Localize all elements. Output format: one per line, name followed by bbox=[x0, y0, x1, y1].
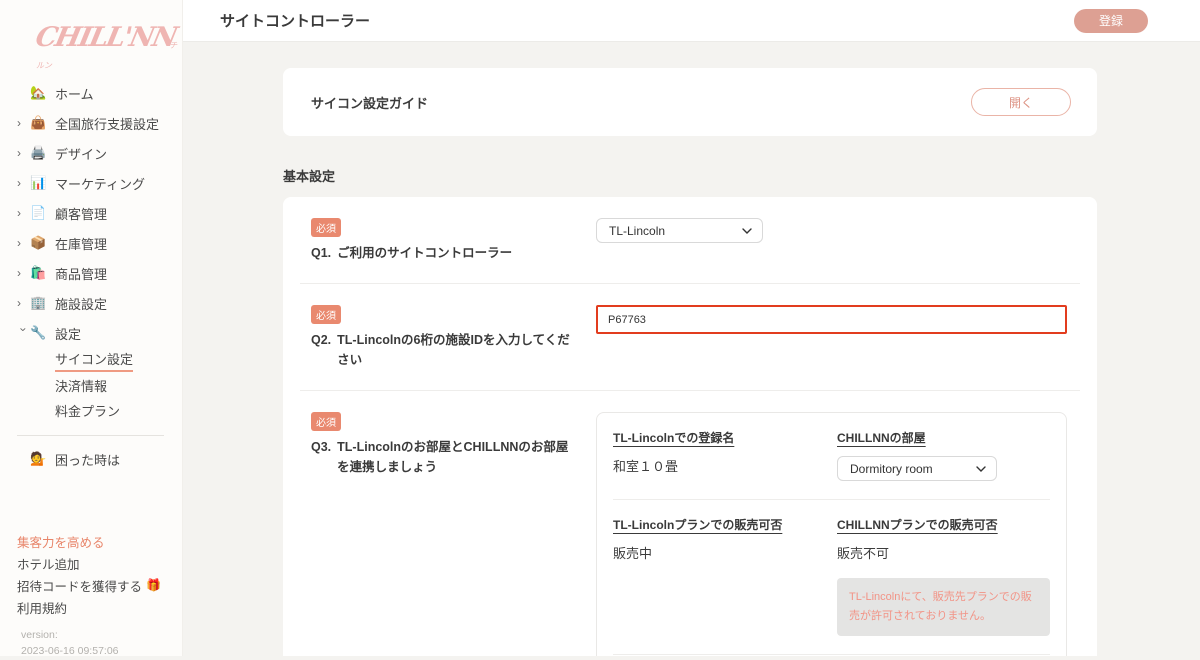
sidebar-nav: 🏡 ホーム › 👜 全国旅行支援設定 › 🖨️ デザイン › 📊 マーケティング… bbox=[0, 78, 182, 423]
chevron-down-icon bbox=[976, 466, 986, 472]
chevron-right-icon: › bbox=[17, 236, 30, 250]
q1-select-value: TL-Lincoln bbox=[609, 224, 665, 238]
room-plan-row: TL-Lincolnプランでの販売可否 販売中 CHILLNNプランでの販売可否… bbox=[613, 499, 1050, 653]
basic-settings-card: 必須 Q1. ご利用のサイトコントローラー TL-Lincoln bbox=[283, 197, 1097, 656]
link-terms[interactable]: 利用規約 bbox=[17, 596, 182, 618]
sidebar-subitem-price-plan[interactable]: 料金プラン bbox=[17, 398, 182, 423]
guide-card: サイコン設定ガイド 開く bbox=[283, 68, 1097, 136]
home-icon: 🏡 bbox=[30, 85, 55, 101]
q1-number: Q1. bbox=[311, 244, 331, 263]
bar-chart-icon: 📊 bbox=[30, 175, 55, 191]
chevron-right-icon: › bbox=[17, 176, 30, 190]
chillnn-room-label: CHILLNNの部屋 bbox=[837, 429, 1050, 446]
q3-label-block: 必須 Q3. TL-Lincolnのお部屋とCHILLNNのお部屋を連携しましょ… bbox=[311, 412, 596, 656]
chillnn-room-select[interactable]: Dormitory room bbox=[837, 456, 997, 481]
version-value: 2023-06-16 09:57:06 bbox=[21, 644, 182, 660]
wrench-icon: 🔧 bbox=[30, 325, 55, 341]
question-q2: 必須 Q2. TL-Lincolnの6桁の施設IDを入力してください bbox=[283, 284, 1097, 390]
sidebar-item-design[interactable]: › 🖨️ デザイン bbox=[17, 138, 182, 168]
q3-number: Q3. bbox=[311, 438, 331, 477]
facility-id-input[interactable] bbox=[596, 305, 1067, 334]
shopping-bag-icon: 🛍️ bbox=[30, 265, 55, 281]
version-info: version: 2023-06-16 09:57:06 bbox=[21, 628, 182, 660]
sidebar-item-facility[interactable]: › 🏢 施設設定 bbox=[17, 288, 182, 318]
page-title: サイトコントローラー bbox=[220, 10, 370, 31]
chillnn-logo[interactable]: CHILL'NNチルン bbox=[0, 0, 182, 70]
tl-registered-name-value: 和室１０畳 bbox=[613, 456, 821, 475]
q3-control-block: TL-Lincolnでの登録名 和室１０畳 CHILLNNの部屋 Dormito… bbox=[596, 412, 1067, 656]
tl-registered-name-label: TL-Lincolnでの登録名 bbox=[613, 429, 821, 446]
open-guide-button[interactable]: 開く bbox=[971, 88, 1071, 116]
room-mapping-card: TL-Lincolnでの登録名 和室１０畳 CHILLNNの部屋 Dormito… bbox=[596, 412, 1067, 656]
q2-label-block: 必須 Q2. TL-Lincolnの6桁の施設IDを入力してください bbox=[311, 305, 596, 370]
chevron-down-icon bbox=[742, 228, 752, 234]
sidebar-item-home[interactable]: 🏡 ホーム bbox=[17, 78, 182, 108]
sidebar-item-customers[interactable]: › 📄 顧客管理 bbox=[17, 198, 182, 228]
sidebar-subitem-payment-info[interactable]: 決済情報 bbox=[17, 373, 182, 398]
tl-plan-availability-label: TL-Lincolnプランでの販売可否 bbox=[613, 516, 821, 533]
sidebar: CHILL'NNチルン 🏡 ホーム › 👜 全国旅行支援設定 › 🖨️ デザイン… bbox=[0, 0, 183, 656]
building-icon: 🏢 bbox=[30, 295, 55, 311]
content-area: サイコン設定ガイド 開く 基本設定 必須 Q1. ご利用のサイトコントローラー … bbox=[183, 42, 1200, 656]
required-badge: 必須 bbox=[311, 305, 341, 324]
question-q1: 必須 Q1. ご利用のサイトコントローラー TL-Lincoln bbox=[283, 197, 1097, 283]
sidebar-item-help[interactable]: 💁 困った時は bbox=[17, 444, 182, 474]
link-boost-attraction[interactable]: 集客力を高める bbox=[17, 530, 182, 552]
q3-label: TL-Lincolnのお部屋とCHILLNNのお部屋を連携しましょう bbox=[337, 438, 576, 477]
sidebar-divider bbox=[17, 435, 164, 436]
package-icon: 📦 bbox=[30, 235, 55, 251]
link-add-hotel[interactable]: ホテル追加 bbox=[17, 552, 182, 574]
bag-icon: 👜 bbox=[30, 115, 55, 131]
chevron-right-icon: › bbox=[17, 266, 30, 280]
q2-label: TL-Lincolnの6桁の施設IDを入力してください bbox=[337, 331, 576, 370]
chillnn-logo-text: CHILL'NN bbox=[33, 22, 179, 53]
q1-label-block: 必須 Q1. ご利用のサイトコントローラー bbox=[311, 218, 596, 263]
page-header: サイトコントローラー 登録 bbox=[183, 0, 1200, 42]
sidebar-item-marketing[interactable]: › 📊 マーケティング bbox=[17, 168, 182, 198]
sidebar-subitem-sitecon-settings[interactable]: サイコン設定 bbox=[17, 348, 182, 373]
q1-sitecontroller-select[interactable]: TL-Lincoln bbox=[596, 218, 763, 243]
chillnn-plan-availability-label: CHILLNNプランでの販売可否 bbox=[837, 516, 1050, 533]
chillnn-plan-availability-value: 販売不可 bbox=[837, 543, 1050, 562]
required-badge: 必須 bbox=[311, 412, 341, 431]
help-person-icon: 💁 bbox=[30, 451, 55, 467]
tl-plan-availability-value: 販売中 bbox=[613, 543, 821, 562]
sidebar-item-settings[interactable]: › 🔧 設定 bbox=[17, 318, 182, 348]
chevron-right-icon: › bbox=[17, 116, 30, 130]
printer-icon: 🖨️ bbox=[30, 145, 55, 161]
register-button[interactable]: 登録 bbox=[1074, 9, 1148, 33]
plan-warning-message: TL-Lincolnにて、販売先プランでの販売が許可されておりません。 bbox=[837, 578, 1050, 635]
chevron-right-icon: › bbox=[17, 206, 30, 220]
q2-number: Q2. bbox=[311, 331, 331, 370]
chevron-right-icon: › bbox=[17, 146, 30, 160]
main-area: サイトコントローラー 登録 サイコン設定ガイド 開く 基本設定 必須 Q1. ご… bbox=[183, 0, 1200, 656]
guide-card-title: サイコン設定ガイド bbox=[311, 93, 428, 112]
sidebar-item-travel-support[interactable]: › 👜 全国旅行支援設定 bbox=[17, 108, 182, 138]
question-q3: 必須 Q3. TL-Lincolnのお部屋とCHILLNNのお部屋を連携しましょ… bbox=[283, 391, 1097, 656]
section-heading-basic-settings: 基本設定 bbox=[283, 166, 1097, 185]
chevron-right-icon: › bbox=[17, 296, 30, 310]
q2-control-block bbox=[596, 305, 1067, 370]
sidebar-item-inventory[interactable]: › 📦 在庫管理 bbox=[17, 228, 182, 258]
sidebar-bottom-links: 集客力を高める ホテル追加 招待コードを獲得する 🎁 利用規約 bbox=[0, 530, 182, 618]
q1-control-block: TL-Lincoln bbox=[596, 218, 1067, 263]
room-name-row: TL-Lincolnでの登録名 和室１０畳 CHILLNNの部屋 Dormito… bbox=[613, 413, 1050, 499]
sidebar-item-products[interactable]: › 🛍️ 商品管理 bbox=[17, 258, 182, 288]
link-get-invite-code[interactable]: 招待コードを獲得する 🎁 bbox=[17, 574, 182, 596]
version-label: version: bbox=[21, 628, 182, 644]
required-badge: 必須 bbox=[311, 218, 341, 237]
document-icon: 📄 bbox=[30, 205, 55, 221]
chillnn-room-value: Dormitory room bbox=[850, 462, 933, 476]
sidebar-help: 💁 困った時は bbox=[0, 444, 182, 474]
gift-icon: 🎁 bbox=[146, 578, 161, 592]
q1-label: ご利用のサイトコントローラー bbox=[337, 244, 512, 263]
chevron-down-icon: › bbox=[17, 328, 31, 341]
